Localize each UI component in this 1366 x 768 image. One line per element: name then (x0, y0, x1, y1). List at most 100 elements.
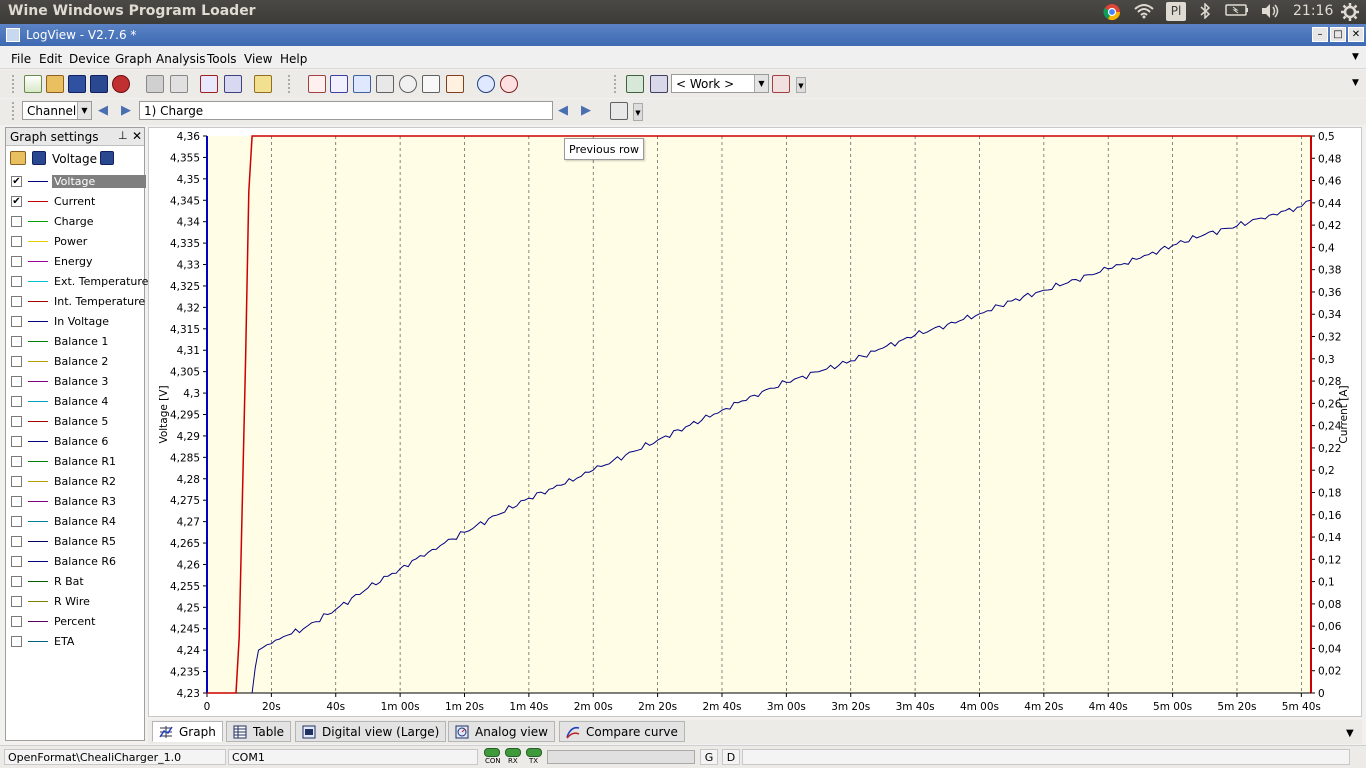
menu-tools[interactable]: Tools (207, 52, 237, 66)
tabs-chevron-down-icon[interactable]: ▼ (1346, 728, 1354, 739)
menu-graph[interactable]: Graph (115, 52, 152, 66)
toolbar-grip[interactable] (12, 102, 16, 120)
keyboard-layout-indicator[interactable]: Pl (1166, 2, 1186, 21)
battery-icon[interactable] (1225, 3, 1249, 21)
chevron-down-icon[interactable]: ▼ (77, 102, 91, 119)
series-checkbox[interactable] (11, 456, 22, 467)
series-row[interactable]: Balance 3 (8, 372, 144, 392)
toolbar-grip[interactable] (12, 75, 16, 93)
open-folder-icon[interactable] (10, 151, 26, 165)
graph-axis-icon[interactable] (422, 75, 440, 93)
series-checkbox[interactable] (11, 436, 22, 447)
series-checkbox[interactable] (11, 636, 22, 647)
menu-help[interactable]: Help (280, 52, 307, 66)
close-file-icon[interactable] (112, 75, 130, 93)
zoom-in-icon[interactable] (477, 75, 495, 93)
graph-table-icon[interactable] (376, 75, 394, 93)
graph-line-icon[interactable] (330, 75, 348, 93)
tab-graph[interactable]: Graph (152, 721, 223, 742)
chevron-down-icon[interactable]: ▼ (754, 75, 768, 92)
series-checkbox[interactable] (11, 416, 22, 427)
series-row[interactable]: ✔ Current (8, 192, 144, 212)
volume-icon[interactable] (1260, 3, 1280, 23)
pin-icon[interactable]: ⊥ (118, 129, 128, 142)
series-checkbox[interactable] (11, 356, 22, 367)
series-row[interactable]: Balance 2 (8, 352, 144, 372)
save-icon[interactable] (32, 151, 46, 165)
save-as-icon[interactable] (90, 75, 108, 93)
toolbar-grip[interactable] (614, 75, 618, 93)
graph-bars-icon[interactable] (446, 75, 464, 93)
toolbar-grip[interactable] (288, 75, 292, 93)
series-row[interactable]: Energy (8, 252, 144, 272)
app-icon[interactable] (6, 28, 20, 42)
series-row[interactable]: Balance 4 (8, 392, 144, 412)
menu-edit[interactable]: Edit (39, 52, 62, 66)
series-checkbox[interactable] (11, 276, 22, 287)
series-row[interactable]: Balance R3 (8, 492, 144, 512)
work-combo[interactable]: < Work > ▼ (671, 74, 769, 93)
save-profile-icon[interactable] (100, 151, 114, 165)
series-row[interactable]: R Bat (8, 572, 144, 592)
series-checkbox[interactable] (11, 336, 22, 347)
connect-device-icon[interactable] (626, 75, 644, 93)
gear-icon[interactable] (1341, 3, 1359, 25)
series-checkbox[interactable] (11, 616, 22, 627)
previous-row-icon[interactable]: ◀ (558, 103, 568, 118)
series-checkbox[interactable] (11, 396, 22, 407)
delete-range-icon[interactable] (200, 75, 218, 93)
chart-svg[interactable]: 0 20s 40s 1m 00s 1m 20s 1m 40s 2m 00s 2m 20s 2m … (149, 128, 1363, 718)
series-row[interactable]: Balance 5 (8, 412, 144, 432)
toolbar-overflow-icon[interactable]: ▼ (796, 77, 806, 93)
close-button[interactable]: ✕ (1348, 27, 1364, 42)
tab-digital-view[interactable]: Digital view (Large) (295, 721, 447, 742)
chrome-icon[interactable] (1103, 3, 1121, 25)
next-channel-icon[interactable]: ▶ (121, 103, 131, 118)
series-checkbox[interactable] (11, 216, 22, 227)
cut-icon[interactable] (146, 75, 164, 93)
menu-file[interactable]: File (11, 52, 31, 66)
series-row[interactable]: ETA (8, 632, 144, 652)
graph-zoom-box-icon[interactable] (353, 75, 371, 93)
menu-overflow-icon[interactable]: ▼ (1352, 52, 1359, 62)
series-checkbox[interactable] (11, 296, 22, 307)
bluetooth-icon[interactable] (1199, 2, 1211, 23)
series-row[interactable]: Balance 6 (8, 432, 144, 452)
series-checkbox[interactable] (11, 316, 22, 327)
menu-view[interactable]: View (244, 52, 272, 66)
graph-gauge-icon[interactable] (399, 75, 417, 93)
series-checkbox[interactable] (11, 476, 22, 487)
chart-area[interactable]: 0 20s 40s 1m 00s 1m 20s 1m 40s 2m 00s 2m 20s 2m … (148, 127, 1362, 717)
trash-icon[interactable] (610, 102, 628, 120)
series-row[interactable]: ✔ Voltage (8, 172, 146, 192)
series-row[interactable]: Ext. Temperature (8, 272, 148, 292)
disconnect-device-icon[interactable] (772, 75, 790, 93)
menu-device[interactable]: Device (69, 52, 110, 66)
open-folder-icon[interactable] (46, 75, 64, 93)
series-checkbox[interactable] (11, 596, 22, 607)
series-checkbox[interactable]: ✔ (11, 176, 22, 187)
series-row[interactable]: Balance 1 (8, 332, 144, 352)
session-field[interactable]: 1) Charge (139, 101, 553, 120)
series-row[interactable]: Charge (8, 212, 144, 232)
copy-icon[interactable] (170, 75, 188, 93)
menu-analysis[interactable]: Analysis (156, 52, 205, 66)
previous-channel-icon[interactable]: ◀ (98, 103, 108, 118)
close-panel-icon[interactable]: ✕ (132, 129, 142, 143)
graph-cursor-icon[interactable] (308, 75, 326, 93)
toolbar-overflow-icon[interactable]: ▼ (633, 103, 643, 121)
series-checkbox[interactable] (11, 236, 22, 247)
new-file-icon[interactable] (24, 75, 42, 93)
series-row[interactable]: In Voltage (8, 312, 144, 332)
series-row[interactable]: Balance R4 (8, 512, 144, 532)
series-row[interactable]: Power (8, 232, 144, 252)
window-title-bar[interactable]: LogView - V2.7.6 * – □ ✕ (0, 24, 1366, 46)
series-checkbox[interactable] (11, 536, 22, 547)
save-icon[interactable] (68, 75, 86, 93)
next-row-icon[interactable]: ▶ (581, 103, 591, 118)
series-checkbox[interactable] (11, 576, 22, 587)
clock[interactable]: 21:16 (1293, 3, 1333, 19)
series-checkbox[interactable] (11, 556, 22, 567)
series-checkbox[interactable]: ✔ (11, 196, 22, 207)
series-row[interactable]: Int. Temperature (8, 292, 145, 312)
